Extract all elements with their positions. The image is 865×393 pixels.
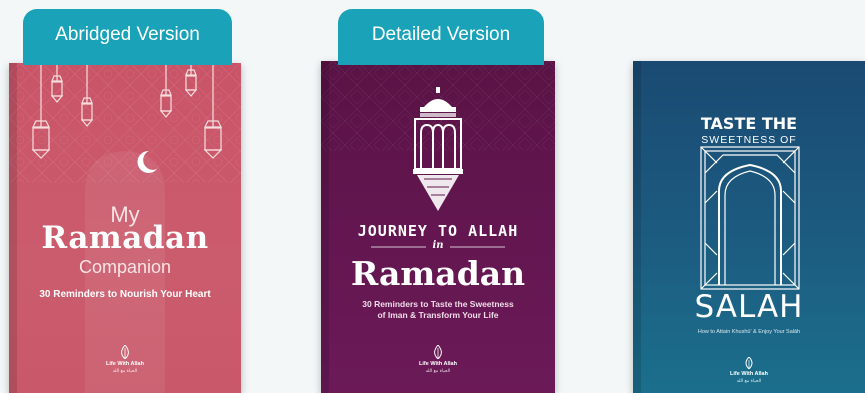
title-top: TASTE THE <box>700 114 798 133</box>
book-cover-journey-to-allah[interactable]: JOURNEY TO ALLAH in Ramadan 30 Reminders… <box>321 61 555 393</box>
publisher-arabic: الحياة مع الله <box>736 378 762 383</box>
publisher-arabic: الحياة مع الله <box>425 368 451 373</box>
lantern-icon <box>413 87 463 211</box>
flame-logo-icon <box>434 345 442 359</box>
lanterns-icon <box>31 63 223 173</box>
arch-frame-icon <box>700 146 800 290</box>
publisher-arabic: الحياة مع الله <box>112 368 138 373</box>
publisher-logo: Life With Allah الحياة مع الله <box>9 345 241 374</box>
title-main: Ramadan <box>350 254 526 293</box>
flame-logo-icon <box>745 357 753 369</box>
tab-abridged-version[interactable]: Abridged Version <box>23 9 232 65</box>
book-subtitle-line1: 30 Reminders to Taste the Sweetness <box>362 299 514 309</box>
book-subtitle-line2: of Iman & Transform Your Life <box>377 310 499 320</box>
title-suffix: Companion <box>78 257 172 277</box>
title-top: JOURNEY TO ALLAH <box>357 222 519 240</box>
flame-logo-icon <box>121 345 129 359</box>
title-connector: in <box>432 240 444 251</box>
book-cover-my-ramadan-companion[interactable]: My Ramadan Companion 30 Reminders to Nou… <box>9 63 241 393</box>
book-showcase: My Ramadan Companion 30 Reminders to Nou… <box>0 0 865 393</box>
publisher-name: Life With Allah <box>419 361 457 367</box>
publisher-name: Life With Allah <box>730 371 768 377</box>
book-subtitle: How to Attain Khushū' & Enjoy Your Salāh <box>697 329 801 335</box>
title-main: Ramadan <box>41 220 209 256</box>
publisher-logo: Life With Allah الحياة مع الله <box>633 357 865 384</box>
book-cover-taste-the-sweetness-of-salah[interactable]: TASTE THE SWEETNESS OF SALAH How to Atta… <box>633 61 865 393</box>
book-subtitle: 30 Reminders to Nourish Your Heart <box>39 289 211 300</box>
publisher-name: Life With Allah <box>106 361 144 367</box>
tab-detailed-version[interactable]: Detailed Version <box>338 9 544 65</box>
publisher-logo: Life With Allah الحياة مع الله <box>321 345 555 374</box>
title-main: SALAH <box>694 289 804 325</box>
